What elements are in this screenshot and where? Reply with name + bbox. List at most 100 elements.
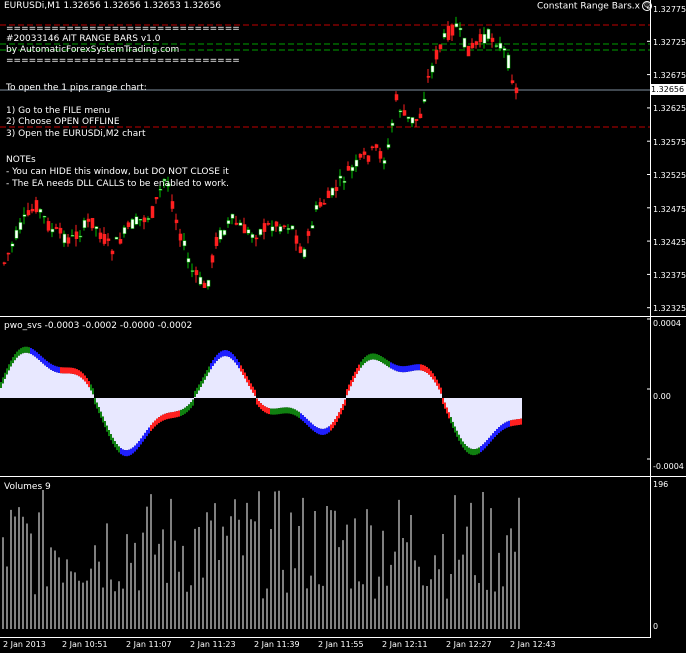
histogram-edge: [90, 384, 92, 391]
ea-name[interactable]: Constant Range Bars.x ☺: [537, 1, 652, 13]
candle-bear: [170, 201, 175, 209]
histogram-bar: [418, 370, 420, 398]
histogram-edge: [392, 363, 394, 370]
histogram-bar: [266, 398, 268, 408]
histogram-edge: [276, 408, 278, 415]
histogram-edge: [18, 349, 20, 356]
histogram-bar: [44, 365, 46, 398]
candle-bull: [314, 204, 319, 210]
time-label: 2 Jan 10:51: [62, 640, 108, 649]
histogram-bar: [362, 365, 364, 398]
note-step-3: 3) Open the EURUSDi,M2 chart: [6, 129, 146, 139]
histogram-edge: [326, 427, 328, 434]
histogram-edge: [252, 386, 254, 393]
histogram-bar: [312, 398, 314, 425]
histogram-edge: [186, 406, 188, 413]
note-title: #20033146 AIT RANGE BARS v1.0: [6, 34, 161, 44]
histogram-edge: [250, 383, 252, 390]
histogram-edge: [52, 364, 54, 371]
histogram-bar: [310, 398, 312, 423]
histogram-edge: [278, 408, 280, 415]
histogram-edge: [280, 407, 282, 414]
histogram-edge: [294, 409, 296, 416]
histogram-edge: [474, 449, 476, 456]
candle-bull: [422, 98, 427, 102]
histogram-edge: [464, 444, 466, 451]
histogram-edge: [500, 425, 502, 432]
histogram-bar: [118, 398, 120, 447]
histogram-edge: [174, 411, 176, 418]
histogram-bar: [476, 398, 478, 449]
histogram-bar: [136, 398, 138, 444]
histogram-bar: [42, 363, 44, 398]
time-label: 2 Jan 2013: [3, 640, 46, 649]
histogram-edge: [214, 357, 216, 364]
candle-bull: [78, 235, 83, 238]
histogram-edge: [502, 423, 504, 430]
histogram-edge: [120, 448, 122, 455]
histogram-edge: [66, 367, 68, 374]
histogram-edge: [78, 370, 80, 377]
separator-line: ===============================: [6, 56, 240, 66]
histogram-edge: [76, 369, 78, 376]
histogram-bar: [420, 370, 422, 398]
histogram-edge: [412, 364, 414, 371]
histogram-edge: [132, 447, 134, 454]
candle-bull: [302, 249, 307, 258]
histogram-edge: [262, 404, 264, 411]
histogram-edge: [122, 449, 124, 456]
histogram-edge: [72, 367, 74, 374]
candle-bear: [202, 282, 207, 288]
histogram-edge: [84, 375, 86, 382]
pwo-indicator-chart[interactable]: [0, 317, 650, 477]
histogram-bar: [144, 398, 146, 433]
histogram-bar: [422, 370, 424, 398]
histogram-edge: [490, 435, 492, 442]
histogram-bar: [20, 354, 22, 398]
histogram-edge: [236, 359, 238, 366]
candle-bear: [402, 110, 407, 116]
histogram-edge: [212, 359, 214, 366]
histogram-bar: [302, 398, 304, 416]
histogram-bar: [282, 398, 284, 408]
histogram-edge: [508, 420, 510, 427]
histogram-bar: [322, 398, 324, 429]
indicator-axis-label: 0.0004: [653, 319, 681, 328]
histogram-bar: [286, 398, 288, 408]
histogram-bar: [156, 398, 158, 419]
histogram-bar: [414, 370, 416, 398]
histogram-edge: [496, 428, 498, 435]
histogram-bar: [18, 355, 20, 398]
candle-bull: [70, 235, 75, 237]
histogram-bar: [190, 398, 192, 403]
histogram-bar: [364, 363, 366, 398]
histogram-edge: [338, 412, 340, 419]
histogram-edge: [28, 347, 30, 354]
candle-bear: [346, 166, 351, 171]
pane-divider[interactable]: [0, 476, 686, 477]
histogram-edge: [70, 367, 72, 374]
candle-bull: [338, 175, 343, 179]
volume-chart[interactable]: [0, 477, 650, 637]
histogram-bar: [216, 360, 218, 398]
candle-bull: [18, 222, 23, 230]
histogram-edge: [126, 450, 128, 457]
pane-divider[interactable]: [0, 316, 686, 317]
candle-bull: [222, 230, 227, 236]
histogram-edge: [48, 362, 50, 369]
histogram-bar: [158, 398, 160, 418]
histogram-bar: [334, 398, 336, 420]
histogram-bar: [54, 371, 56, 398]
chart-window[interactable]: EURUSDi,M1 1.32656 1.32656 1.32653 1.326…: [0, 0, 686, 653]
histogram-edge: [104, 421, 106, 428]
histogram-edge: [440, 387, 442, 394]
histogram-bar: [482, 398, 484, 445]
histogram-edge: [200, 380, 202, 387]
histogram-edge: [74, 368, 76, 375]
histogram-edge: [254, 389, 256, 396]
histogram-bar: [26, 352, 28, 398]
histogram-edge: [40, 355, 42, 362]
histogram-bar: [252, 392, 254, 398]
candle-bear: [446, 25, 451, 40]
histogram-bar: [274, 398, 276, 409]
